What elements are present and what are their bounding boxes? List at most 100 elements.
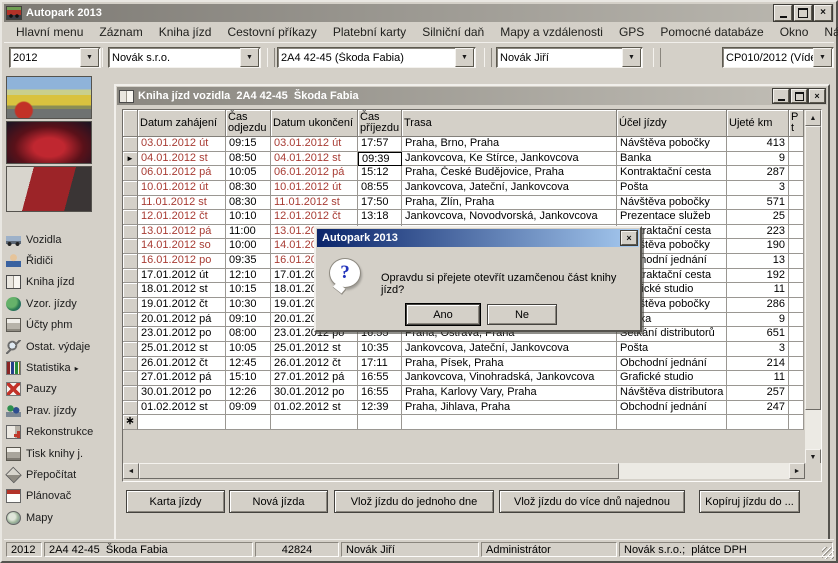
scroll-up-icon[interactable]: ▲ <box>805 110 821 126</box>
cell-ucel-jizdy[interactable]: Grafické studio <box>617 371 727 386</box>
table-row[interactable]: 06.01.2012 pá 10:05 06.01.2012 pá 15:12 … <box>123 166 804 181</box>
cell-cas-prijezdu[interactable]: 10:35 <box>358 342 402 357</box>
cell-cas-odjezdu[interactable]: 08:00 <box>226 327 271 342</box>
yes-button[interactable]: Ano <box>406 304 480 325</box>
cell-cas-prijezdu[interactable] <box>358 415 402 430</box>
sidebar-item-ridici[interactable]: Řidiči <box>6 250 110 271</box>
cell-datum-ukonceni[interactable]: 06.01.2012 pá <box>271 166 358 181</box>
cell-cas-prijezdu[interactable]: 12:39 <box>358 401 402 416</box>
cell-datum-zahajeni[interactable]: 27.01.2012 pá <box>138 371 226 386</box>
cell-datum-zahajeni[interactable]: 04.01.2012 st <box>138 152 226 167</box>
cell-cas-odjezdu[interactable]: 10:05 <box>226 342 271 357</box>
cell-cas-odjezdu[interactable]: 10:30 <box>226 298 271 313</box>
cell-ujete-km[interactable]: 190 <box>727 239 789 254</box>
table-row[interactable]: 12.01.2012 čt 10:10 12.01.2012 čt 13:18 … <box>123 210 804 225</box>
chevron-down-icon[interactable]: ▼ <box>80 48 99 67</box>
cell-cas-prijezdu[interactable]: 16:55 <box>358 371 402 386</box>
cell-cas-odjezdu[interactable]: 08:30 <box>226 181 271 196</box>
cell-cas-odjezdu[interactable]: 09:09 <box>226 401 271 416</box>
menu-item-cestovni-prikazy[interactable]: Cestovní příkazy <box>219 23 324 42</box>
cell-ucel-jizdy[interactable]: Návštěva distributora <box>617 386 727 401</box>
chevron-down-icon[interactable]: ▼ <box>455 48 474 67</box>
column-header-cas-odjezdu[interactable]: Čas odjezdu <box>226 110 271 137</box>
cell-datum-ukonceni[interactable]: 26.01.2012 čt <box>271 357 358 372</box>
cell-ujete-km[interactable]: 214 <box>727 357 789 372</box>
cell-datum-ukonceni[interactable]: 10.01.2012 út <box>271 181 358 196</box>
cell-datum-ukonceni[interactable]: 25.01.2012 st <box>271 342 358 357</box>
cell-ujete-km[interactable] <box>727 415 789 430</box>
cell-datum-zahajeni[interactable]: 16.01.2012 po <box>138 254 226 269</box>
chevron-down-icon[interactable]: ▼ <box>813 48 832 67</box>
column-header-datum-zahajeni[interactable]: Datum zahájení <box>138 110 226 137</box>
child-minimize-button[interactable] <box>773 89 789 103</box>
cell-ujete-km[interactable]: 651 <box>727 327 789 342</box>
cell-cas-prijezdu[interactable]: 17:57 <box>358 137 402 152</box>
scroll-right-icon[interactable]: ► <box>789 463 805 479</box>
cell-trasa[interactable]: Praha, Jihlava, Praha <box>402 401 617 416</box>
menu-item-okno[interactable]: Okno <box>772 23 817 42</box>
cell-ujete-km[interactable]: 286 <box>727 298 789 313</box>
cell-cas-odjezdu[interactable]: 12:45 <box>226 357 271 372</box>
cell-cas-odjezdu[interactable]: 10:05 <box>226 166 271 181</box>
menu-item-napoveda[interactable]: Nápověda <box>816 23 838 42</box>
cell-cas-prijezdu[interactable]: 17:11 <box>358 357 402 372</box>
sidebar-item-kniha-jizd[interactable]: Kniha jízd <box>6 272 110 293</box>
chevron-down-icon[interactable]: ▼ <box>622 48 641 67</box>
cell-cas-prijezdu[interactable]: 17:50 <box>358 196 402 211</box>
cell-ucel-jizdy[interactable]: Prezentace služeb <box>617 210 727 225</box>
table-row[interactable]: 30.01.2012 po 12:26 30.01.2012 po 16:55 … <box>123 386 804 401</box>
cell-datum-ukonceni[interactable]: 04.01.2012 st <box>271 152 358 167</box>
cell-cas-odjezdu[interactable]: 09:15 <box>226 137 271 152</box>
vertical-scrollbar[interactable]: ▲ ▼ <box>805 110 821 465</box>
vehicle-combo-value[interactable]: 2A4 42-45 (Škoda Fabia) <box>278 52 455 64</box>
cell-trasa[interactable]: Jankovcova, Ke Stírce, Jankovcova <box>402 152 617 167</box>
cell-cas-odjezdu[interactable]: 12:26 <box>226 386 271 401</box>
cell-cas-prijezdu[interactable]: 08:55 <box>358 181 402 196</box>
cell-ucel-jizdy[interactable]: Kontraktační cesta <box>617 166 727 181</box>
cell-datum-zahajeni[interactable]: 18.01.2012 st <box>138 283 226 298</box>
cell-ujete-km[interactable]: 247 <box>727 401 789 416</box>
column-header-partial[interactable]: P t <box>789 110 804 137</box>
child-title-bar[interactable]: Kniha jízd vozidla 2A4 42-45 Škoda Fabia… <box>117 87 827 105</box>
photo-fuel-pump-thumbnail[interactable] <box>6 166 92 212</box>
cell-trasa[interactable]: Praha, Brno, Praha <box>402 137 617 152</box>
cell-datum-ukonceni[interactable] <box>271 415 358 430</box>
maximize-button[interactable] <box>794 5 812 21</box>
cell-datum-zahajeni[interactable]: 14.01.2012 so <box>138 239 226 254</box>
cell-ujete-km[interactable]: 192 <box>727 269 789 284</box>
sidebar-item-rekonstrukce[interactable]: Rekonstrukce <box>6 422 110 443</box>
scroll-left-icon[interactable]: ◄ <box>123 463 139 479</box>
sidebar-item-planovac[interactable]: Plánovač <box>6 486 110 507</box>
trip-order-combo-value[interactable]: CP010/2012 (Vídeň) <box>723 52 813 64</box>
cell-trasa[interactable]: Praha, Písek, Praha <box>402 357 617 372</box>
cell-ucel-jizdy[interactable]: Návštěva pobočky <box>617 196 727 211</box>
cell-ucel-jizdy[interactable]: Obchodní jednání <box>617 357 727 372</box>
menu-item-silnicni-dan[interactable]: Silniční daň <box>414 23 492 42</box>
vertical-scrollbar-thumb[interactable] <box>805 126 821 410</box>
cell-ujete-km[interactable]: 223 <box>727 225 789 240</box>
cell-datum-ukonceni[interactable]: 01.02.2012 st <box>271 401 358 416</box>
cell-datum-zahajeni[interactable]: 25.01.2012 st <box>138 342 226 357</box>
menu-item-zaznam[interactable]: Záznam <box>91 23 150 42</box>
cell-cas-odjezdu[interactable]: 15:10 <box>226 371 271 386</box>
year-combo-value[interactable]: 2012 <box>10 52 80 64</box>
photo-cars-thumbnail[interactable] <box>6 76 92 119</box>
cell-ujete-km[interactable]: 25 <box>727 210 789 225</box>
cell-datum-zahajeni[interactable]: 03.01.2012 út <box>138 137 226 152</box>
nova-jizda-button[interactable]: Nová jízda <box>229 490 328 513</box>
column-header-trasa[interactable]: Trasa <box>402 110 617 137</box>
cell-datum-zahajeni[interactable]: 20.01.2012 pá <box>138 313 226 328</box>
cell-ujete-km[interactable]: 11 <box>727 371 789 386</box>
cell-trasa[interactable]: Praha, Zlín, Praha <box>402 196 617 211</box>
close-button[interactable]: × <box>814 5 832 21</box>
sidebar-item-vzor-jizdy[interactable]: Vzor. jízdy <box>6 293 110 314</box>
cell-cas-odjezdu[interactable]: 09:35 <box>226 254 271 269</box>
chevron-down-icon[interactable]: ▼ <box>240 48 259 67</box>
column-header-ujete-km[interactable]: Ujeté km <box>727 110 789 137</box>
table-row[interactable]: 27.01.2012 pá 15:10 27.01.2012 pá 16:55 … <box>123 371 804 386</box>
cell-trasa[interactable] <box>402 415 617 430</box>
column-header-ucel-jizdy[interactable]: Účel jízdy <box>617 110 727 137</box>
cell-cas-odjezdu[interactable]: 08:30 <box>226 196 271 211</box>
cell-ujete-km[interactable]: 9 <box>727 313 789 328</box>
vloz-jizdu-do-jednoho-dne-button[interactable]: Vlož jízdu do jednoho dne <box>334 490 494 513</box>
